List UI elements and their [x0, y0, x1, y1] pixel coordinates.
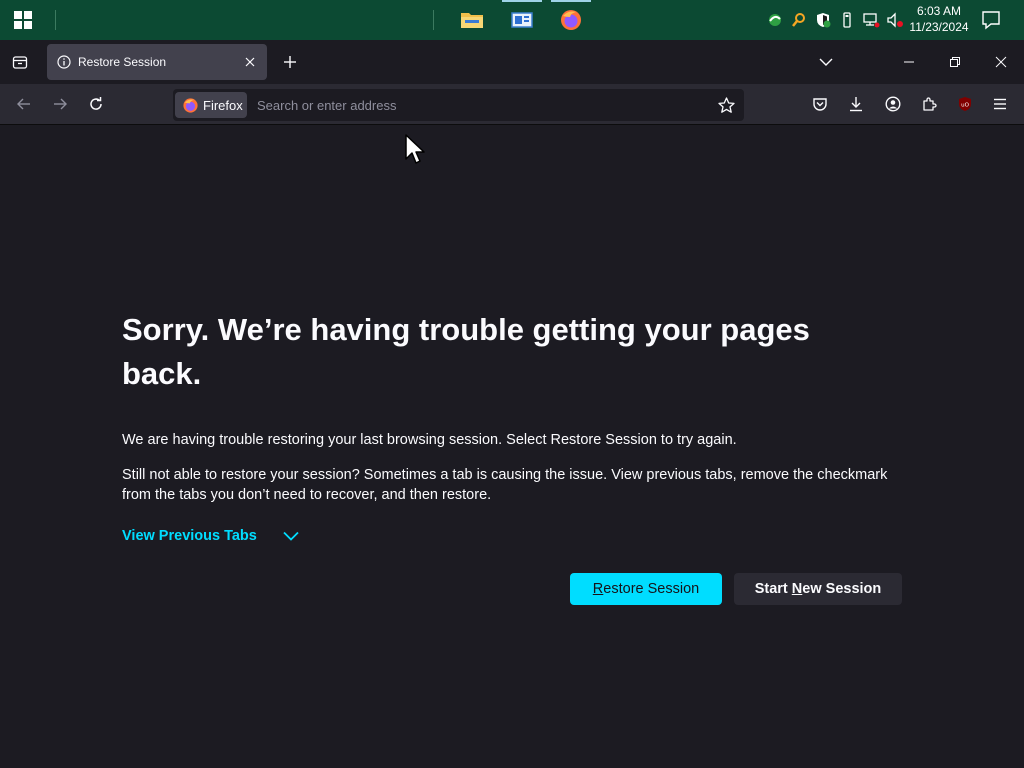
list-all-tabs-button[interactable]	[814, 50, 838, 74]
close-tab-icon[interactable]	[245, 57, 255, 67]
chevron-down-icon	[283, 531, 299, 541]
tab-restore-session[interactable]: Restore Session	[47, 44, 267, 80]
info-icon	[57, 55, 71, 69]
new-session-accesskey: N	[791, 581, 803, 597]
restore-session-button[interactable]: Restore Session	[570, 573, 722, 605]
pocket-icon	[813, 98, 827, 111]
identity-box[interactable]: Firefox	[175, 92, 247, 118]
tray-security-shield-icon[interactable]	[812, 9, 834, 31]
mouse-cursor-icon	[405, 134, 425, 164]
tray-usb-device-icon[interactable]	[836, 9, 858, 31]
view-previous-tabs-toggle[interactable]: View Previous Tabs	[122, 525, 299, 547]
new-tab-button[interactable]	[278, 50, 302, 74]
tab-strip: Restore Session	[0, 40, 1024, 84]
clock-time: 6:03 AM	[916, 4, 962, 18]
news-app-icon	[511, 12, 533, 28]
account-button[interactable]	[881, 92, 905, 116]
restore-window-icon	[950, 57, 960, 67]
svg-text:uO: uO	[961, 103, 969, 109]
tray-sync-icon[interactable]	[764, 9, 786, 31]
notification-center-icon[interactable]	[980, 9, 1002, 31]
new-session-label-before: Start	[754, 581, 792, 597]
account-icon	[885, 96, 901, 112]
bookmark-star-button[interactable]	[716, 95, 736, 115]
taskbar-divider	[55, 10, 56, 30]
close-window-button[interactable]	[989, 50, 1013, 74]
tab-title: Restore Session	[78, 55, 167, 69]
firefox-icon	[561, 10, 581, 30]
troubleshooting-instructions: Still not able to restore your session? …	[122, 467, 888, 503]
reload-button[interactable]	[84, 92, 108, 116]
firefox-logo-icon	[183, 97, 198, 113]
news-taskbar-button[interactable]	[502, 0, 542, 40]
file-explorer-taskbar-button[interactable]	[452, 0, 492, 40]
reload-icon	[90, 97, 102, 110]
restore-instructions: We are having trouble restoring your las…	[122, 432, 737, 448]
tray-network-icon[interactable]	[860, 9, 882, 31]
restore-label-rest: estore Session	[603, 581, 700, 597]
firefox-taskbar-button[interactable]	[551, 0, 591, 40]
windows-taskbar: 6:03 AM 11/23/2024	[0, 0, 1024, 40]
start-new-session-button[interactable]: Start New Session	[734, 573, 902, 605]
url-bar[interactable]: Firefox	[173, 89, 744, 121]
chevron-down-icon	[819, 58, 833, 66]
app-menu-button[interactable]	[988, 92, 1012, 116]
arrow-left-icon	[17, 98, 30, 110]
forward-button[interactable]	[48, 92, 72, 116]
close-icon	[995, 56, 1007, 68]
address-input[interactable]	[257, 95, 697, 115]
new-session-label-after: ew Session	[802, 581, 882, 597]
restore-accesskey: R	[592, 581, 604, 597]
download-icon	[850, 97, 862, 112]
downloads-button[interactable]	[844, 92, 868, 116]
windows-start-icon[interactable]	[14, 11, 32, 29]
page-title: Sorry. We’re having trouble getting your…	[122, 312, 810, 391]
session-restore-page: Sorry. We’re having trouble getting your…	[0, 125, 1024, 768]
view-previous-tabs-label: View Previous Tabs	[122, 528, 257, 544]
hamburger-menu-icon	[994, 98, 1006, 110]
restore-window-button[interactable]	[943, 50, 967, 74]
tray-search-tool-icon[interactable]	[788, 9, 810, 31]
plus-icon	[284, 56, 296, 68]
puzzle-icon	[923, 97, 937, 111]
star-icon	[717, 96, 735, 113]
firefox-view-button[interactable]	[6, 50, 34, 74]
navigation-toolbar: Firefox Search or enter address uO	[0, 84, 1024, 125]
ublock-origin-button[interactable]: uO	[953, 92, 977, 116]
folder-icon	[461, 13, 483, 28]
tray-volume-muted-icon[interactable]	[884, 9, 906, 31]
taskbar-divider	[433, 10, 434, 30]
identity-label: Firefox	[203, 97, 243, 113]
arrow-right-icon	[54, 98, 67, 110]
extensions-button[interactable]	[917, 92, 941, 116]
back-button[interactable]	[12, 92, 36, 116]
minimize-button[interactable]	[897, 50, 921, 74]
clock-date: 11/23/2024	[909, 20, 969, 34]
ublock-origin-icon: uO	[959, 97, 971, 111]
minimize-icon	[904, 61, 914, 63]
pocket-button[interactable]	[808, 92, 832, 116]
firefox-view-icon	[12, 56, 28, 69]
taskbar-clock[interactable]: 6:03 AM 11/23/2024	[904, 3, 974, 35]
